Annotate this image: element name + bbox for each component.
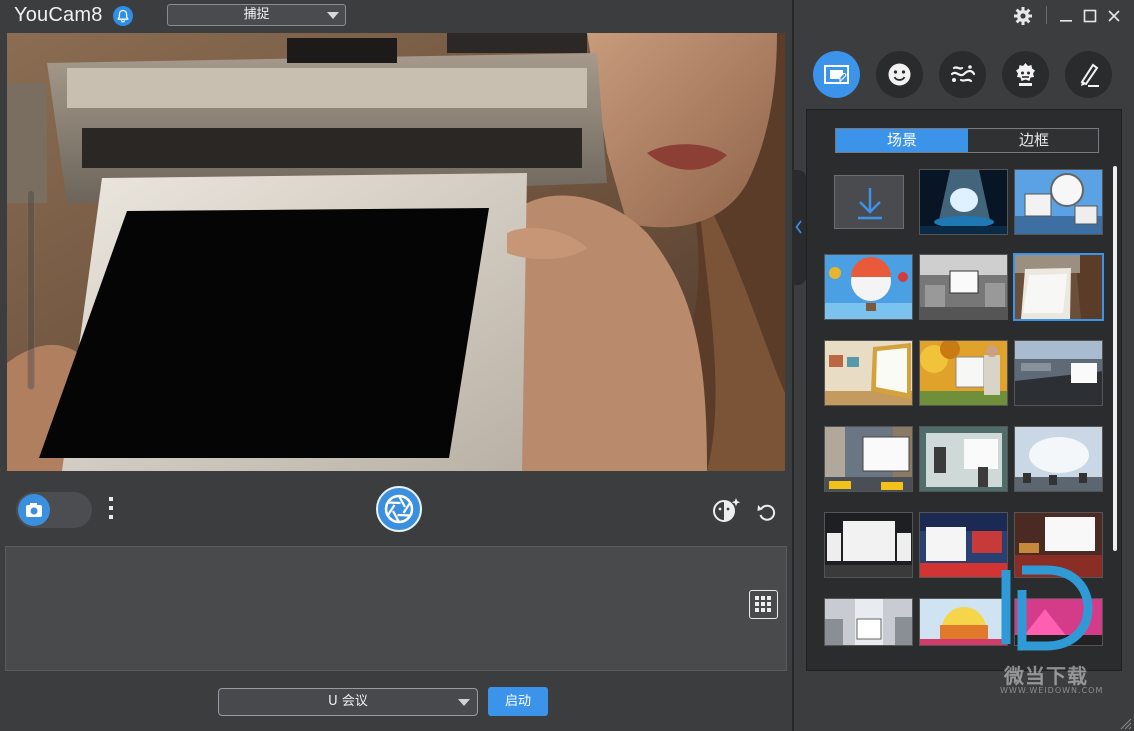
brush-draw-icon[interactable] <box>1065 51 1112 98</box>
close-icon[interactable] <box>1104 6 1124 26</box>
camera-preview <box>7 33 785 471</box>
maximize-icon[interactable] <box>1080 6 1100 26</box>
scene-thumbnail[interactable] <box>824 254 913 320</box>
face-effect-icon[interactable] <box>712 496 742 524</box>
camera-icon <box>18 494 50 526</box>
scene-thumbnail[interactable] <box>919 340 1008 406</box>
download-more-scenes-button[interactable] <box>834 175 904 229</box>
chevron-down-icon <box>458 699 470 706</box>
watermark-text: 微当下载 <box>1004 664 1088 688</box>
bell-icon[interactable] <box>113 6 133 26</box>
chevron-down-icon <box>327 12 339 19</box>
capture-tray <box>5 546 787 671</box>
scene-thumbnail[interactable] <box>919 598 1008 646</box>
meeting-app-select[interactable]: U 会议 <box>218 688 478 716</box>
app-name: YouCam <box>14 4 92 26</box>
minimize-icon[interactable] <box>1056 6 1076 26</box>
capture-mode-select[interactable]: 捕捉 <box>167 4 346 26</box>
chevron-left-icon <box>795 220 802 234</box>
watermark-url: WWW.WEIDOWN.COM <box>1000 686 1104 695</box>
avatar-mask-icon[interactable] <box>1002 51 1049 98</box>
download-icon <box>858 188 882 220</box>
scene-thumbnail[interactable] <box>919 426 1008 492</box>
scene-thumbnail[interactable] <box>919 254 1008 320</box>
scene-thumbnail[interactable] <box>824 426 913 492</box>
scene-thumbnail[interactable] <box>824 512 913 578</box>
shutter-icon <box>384 494 414 524</box>
scene-thumbnail[interactable] <box>1014 169 1103 235</box>
start-button[interactable]: 启动 <box>488 687 548 716</box>
scene-thumbnail[interactable] <box>824 340 913 406</box>
app-version: 8 <box>91 4 103 26</box>
panel-divider <box>792 0 794 731</box>
resize-grip-icon[interactable] <box>1118 715 1132 730</box>
title-separator <box>1046 6 1047 24</box>
youcam-window: YouCam8 捕捉 U 会议 启动 场景 边框 微当下载 WWW.WEIDOW… <box>0 0 1134 731</box>
tab-scene[interactable]: 场景 <box>836 129 968 152</box>
camera-mode-toggle[interactable] <box>16 492 92 528</box>
zoom-slider[interactable] <box>27 190 35 390</box>
title-bar: YouCam8 捕捉 <box>0 0 1134 33</box>
more-vertical-icon[interactable] <box>106 493 116 527</box>
particle-effect-icon[interactable] <box>939 51 986 98</box>
scene-thumbnail-selected[interactable] <box>1013 253 1104 321</box>
scene-thumbnail[interactable] <box>1014 340 1103 406</box>
preview-scene-image <box>7 33 785 471</box>
grid-icon[interactable] <box>749 590 778 619</box>
app-title: YouCam8 <box>14 4 103 27</box>
scene-thumbnail[interactable] <box>1014 426 1103 492</box>
settings-gear-icon[interactable] <box>1013 6 1033 26</box>
scene-frame-icon[interactable] <box>813 51 860 98</box>
tab-frame[interactable]: 边框 <box>968 129 1100 152</box>
scene-thumbnail[interactable] <box>824 598 913 646</box>
shutter-button[interactable] <box>376 486 422 532</box>
meeting-app-value: U 会议 <box>328 694 368 709</box>
emoji-face-icon[interactable] <box>876 51 923 98</box>
scene-thumbnail[interactable] <box>919 512 1008 578</box>
panel-scrollbar[interactable] <box>1113 166 1117 551</box>
rotate-icon[interactable] <box>755 500 779 524</box>
capture-mode-value: 捕捉 <box>243 7 270 22</box>
collapse-panel-handle[interactable] <box>792 170 806 285</box>
scene-tab-switcher: 场景 边框 <box>835 128 1099 153</box>
scene-thumbnail[interactable] <box>919 169 1008 235</box>
